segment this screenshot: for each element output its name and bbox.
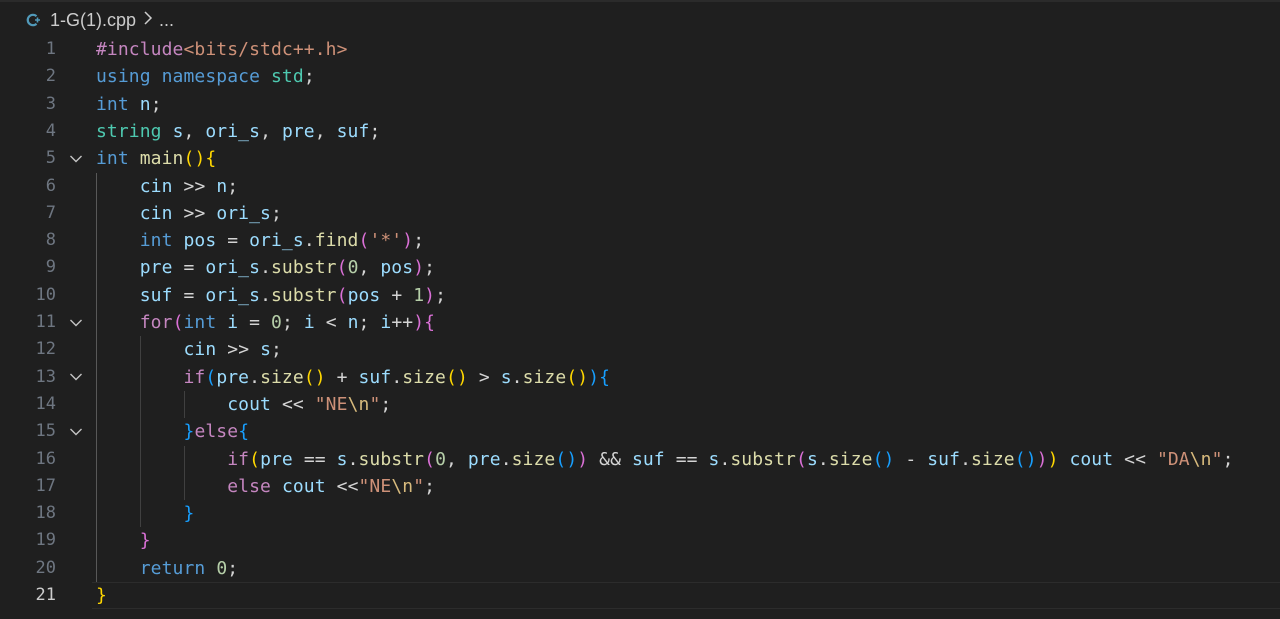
line-number: 13 bbox=[35, 366, 56, 387]
line-number: 2 bbox=[45, 66, 56, 87]
code-line[interactable]: 12 cin >> s; bbox=[0, 336, 1280, 363]
code-line[interactable]: 19 } bbox=[0, 527, 1280, 554]
fold-chevron-down-icon[interactable] bbox=[67, 418, 85, 445]
code-text: #include<bits/stdc++.h> bbox=[96, 39, 348, 60]
title-bar-border bbox=[0, 0, 1280, 2]
code-text: cin >> n; bbox=[139, 175, 239, 197]
line-number: 19 bbox=[35, 530, 56, 551]
line-number: 1 bbox=[45, 39, 56, 59]
line-number: 4 bbox=[45, 120, 56, 141]
code-text: pre = ori_s.substr(0, pos); bbox=[139, 257, 436, 279]
code-line[interactable]: 4 string s, ori_s, pre, suf; bbox=[0, 118, 1280, 145]
fold-chevron-down-icon[interactable] bbox=[67, 309, 85, 336]
code-text: using namespace std; bbox=[96, 66, 315, 88]
code-line[interactable]: 9 pre = ori_s.substr(0, pos); bbox=[0, 254, 1280, 281]
code-line[interactable]: 6 cin >> n; bbox=[0, 173, 1280, 200]
code-line[interactable]: 20 return 0; bbox=[0, 555, 1280, 582]
code-line[interactable]: 1 #include<bits/stdc++.h> bbox=[0, 36, 1280, 63]
code-text: int n; bbox=[96, 93, 162, 115]
line-number: 8 bbox=[45, 230, 56, 251]
code-text: cin >> ori_s; bbox=[139, 202, 282, 224]
line-number: 7 bbox=[45, 202, 56, 223]
code-line[interactable]: 7 cin >> ori_s; bbox=[0, 200, 1280, 227]
code-text: if(pre.size() + suf.size() > s.size()){ bbox=[183, 366, 611, 388]
fold-chevron-down-icon[interactable] bbox=[67, 145, 85, 172]
code-text: int main(){ bbox=[96, 148, 217, 170]
code-text: else cout <<"NE\n"; bbox=[227, 475, 436, 497]
line-number: 14 bbox=[35, 393, 56, 414]
indent-guide bbox=[139, 336, 141, 528]
breadcrumb: 1-G(1).cpp ... bbox=[24, 8, 174, 32]
line-number: 21 bbox=[35, 585, 56, 605]
cpp-file-icon bbox=[24, 11, 42, 29]
code-text: return 0; bbox=[139, 557, 239, 579]
code-text: suf = ori_s.substr(pos + 1); bbox=[139, 284, 446, 306]
code-text: cin >> s; bbox=[183, 339, 282, 361]
line-number: 16 bbox=[35, 448, 56, 469]
code-line[interactable]: 2 using namespace std; bbox=[0, 63, 1280, 90]
line-number: 17 bbox=[35, 475, 56, 496]
code-text: }else{ bbox=[183, 421, 250, 443]
breadcrumb-file-name[interactable]: 1-G(1).cpp bbox=[50, 10, 136, 31]
indent-guide bbox=[183, 445, 185, 501]
line-number: 3 bbox=[45, 93, 56, 114]
line-number: 9 bbox=[45, 257, 56, 278]
line-number: 11 bbox=[35, 312, 56, 332]
fold-chevron-down-icon[interactable] bbox=[67, 364, 85, 391]
code-line[interactable]: 13 if(pre.size() + suf.size() > s.size()… bbox=[0, 364, 1280, 391]
code-line[interactable]: 8 int pos = ori_s.find('*'); bbox=[0, 227, 1280, 254]
chevron-right-icon bbox=[143, 10, 153, 30]
code-text: } bbox=[96, 585, 107, 606]
code-line[interactable]: 11 for(int i = 0; i < n; i++){ bbox=[0, 309, 1280, 336]
line-number: 5 bbox=[45, 148, 56, 169]
code-line[interactable]: 5 int main(){ bbox=[0, 145, 1280, 172]
breadcrumb-more[interactable]: ... bbox=[159, 10, 174, 31]
code-line[interactable]: 3 int n; bbox=[0, 91, 1280, 118]
line-number: 6 bbox=[45, 175, 56, 196]
indent-guide bbox=[183, 390, 185, 419]
code-text: } bbox=[139, 530, 151, 552]
code-text: for(int i = 0; i < n; i++){ bbox=[139, 312, 436, 333]
indent-guide bbox=[96, 172, 97, 582]
code-line[interactable]: 10 suf = ori_s.substr(pos + 1); bbox=[0, 282, 1280, 309]
line-number: 12 bbox=[35, 339, 56, 360]
line-number: 18 bbox=[35, 503, 56, 524]
code-text: if(pre == s.substr(0, pre.size()) && suf… bbox=[227, 448, 1234, 470]
code-line[interactable]: 16 if(pre == s.substr(0, pre.size()) && … bbox=[0, 446, 1280, 473]
line-number: 10 bbox=[35, 284, 56, 305]
code-text: } bbox=[183, 503, 195, 525]
code-text: string s, ori_s, pre, suf; bbox=[96, 120, 381, 142]
line-number: 15 bbox=[35, 421, 56, 442]
code-line[interactable]: 15 }else{ bbox=[0, 418, 1280, 445]
line-number: 20 bbox=[35, 557, 56, 578]
code-line[interactable]: 21} bbox=[0, 582, 1280, 610]
code-line[interactable]: 18 } bbox=[0, 500, 1280, 527]
code-line[interactable]: 17 else cout <<"NE\n"; bbox=[0, 473, 1280, 500]
code-line[interactable]: 14 cout << "NE\n"; bbox=[0, 391, 1280, 418]
code-text: int pos = ori_s.find('*'); bbox=[139, 230, 425, 252]
